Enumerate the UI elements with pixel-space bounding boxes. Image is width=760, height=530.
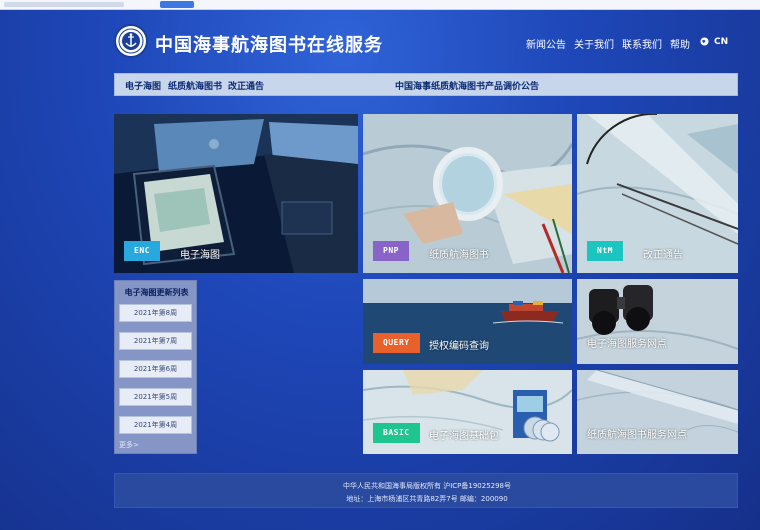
update-item[interactable]: 2021年第6周 — [119, 360, 192, 378]
tile-query[interactable]: QUERY 授权编码查询 — [363, 279, 572, 364]
footer-copyright: 中华人民共和国海事局版权所有 沪ICP备19025298号 — [342, 482, 512, 490]
nav-news[interactable]: 新闻公告 — [526, 36, 566, 51]
enc-label: 电子海图 — [180, 250, 220, 261]
browser-toolbar — [0, 0, 760, 10]
update-panel-title: 电子海图更新列表 — [124, 287, 189, 297]
update-item[interactable]: 2021年第5周 — [119, 388, 192, 406]
more-link[interactable]: 更多> — [119, 440, 139, 450]
pnp-tag: PNP — [373, 241, 409, 261]
page: 中国海事航海图书在线服务 新闻公告 关于我们 联系我们 帮助 CN 电子海图 纸… — [0, 0, 760, 530]
browser-button[interactable] — [160, 1, 194, 8]
ntm-label: 改正通告 — [643, 250, 683, 261]
globe-icon[interactable] — [700, 37, 709, 46]
language-switch[interactable]: CN — [714, 37, 728, 47]
update-item[interactable]: 2021年第7周 — [119, 332, 192, 350]
announcement-link[interactable]: 中国海事纸质航海图书产品调价公告 — [395, 79, 539, 92]
subnav-paper-charts[interactable]: 纸质航海图书 — [168, 79, 222, 92]
anchor-logo-icon — [118, 28, 144, 54]
tile-ntm[interactable]: NtM 改正通告 — [577, 114, 738, 273]
ntm-tag: NtM — [587, 241, 623, 261]
sub-nav: 电子海图 纸质航海图书 改正通告 中国海事纸质航海图书产品调价公告 — [114, 73, 738, 96]
update-item[interactable]: 2021年第4周 — [119, 416, 192, 434]
address-bar[interactable] — [4, 2, 124, 7]
subnav-notices[interactable]: 改正通告 — [228, 79, 264, 92]
tile-basic[interactable]: BASIC 电子海图基础包 — [363, 370, 572, 454]
subnav-enc[interactable]: 电子海图 — [125, 79, 161, 92]
footer-address: 地址：上海市杨浦区共青路82弄7号 邮编：200090 — [346, 495, 508, 503]
paper-service-points-label: 纸质航海图书服务网点 — [587, 430, 687, 441]
ruler-chart-photo — [577, 370, 738, 454]
tile-enc[interactable]: ENC 电子海图 — [114, 114, 358, 273]
query-tag: QUERY — [373, 333, 420, 353]
nav-contact[interactable]: 联系我们 — [622, 36, 662, 51]
query-label: 授权编码查询 — [429, 341, 489, 352]
site-logo[interactable] — [114, 24, 148, 58]
nav-about[interactable]: 关于我们 — [574, 36, 614, 51]
tile-enc-service-points[interactable]: 电子海图服务网点 — [577, 279, 738, 364]
basic-tag: BASIC — [373, 423, 420, 443]
enc-update-panel: 电子海图更新列表 2021年第8周 2021年第7周 2021年第6周 2021… — [114, 280, 197, 454]
tile-pnp[interactable]: PNP 纸质航海图书 — [363, 114, 572, 273]
enc-tag: ENC — [124, 241, 160, 261]
pnp-label: 纸质航海图书 — [429, 250, 489, 261]
site-title: 中国海事航海图书在线服务 — [155, 35, 383, 56]
footer: 中华人民共和国海事局版权所有 沪ICP备19025298号 地址：上海市杨浦区共… — [114, 473, 738, 508]
tile-paper-service-points[interactable]: 纸质航海图书服务网点 — [577, 370, 738, 454]
basic-label: 电子海图基础包 — [429, 431, 499, 442]
update-item[interactable]: 2021年第8周 — [119, 304, 192, 322]
enc-service-points-label: 电子海图服务网点 — [587, 339, 667, 350]
nav-help[interactable]: 帮助 — [670, 36, 690, 51]
binoculars-photo — [577, 279, 738, 364]
